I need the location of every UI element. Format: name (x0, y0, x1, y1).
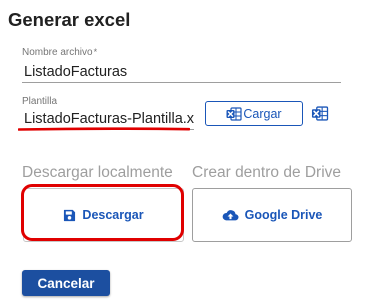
template-label: Plantilla (22, 96, 58, 107)
dialog-title: Generar excel (8, 9, 131, 30)
load-button-label: Cargar (243, 106, 282, 121)
file-name-label-text: Nombre archivo (22, 47, 93, 58)
excel-icon (226, 106, 242, 121)
google-drive-button[interactable]: Google Drive (192, 188, 352, 242)
template-input[interactable] (22, 110, 194, 130)
download-button[interactable]: Descargar (23, 188, 184, 242)
google-drive-button-label: Google Drive (244, 208, 323, 222)
cloud-upload-icon (222, 209, 239, 220)
cancel-button[interactable]: Cancelar (22, 270, 110, 296)
file-name-input[interactable] (22, 63, 341, 83)
save-icon (64, 209, 76, 221)
required-mark: * (93, 47, 98, 57)
excel-icon[interactable] (311, 106, 329, 121)
local-download-heading: Descargar localmente (22, 164, 173, 181)
load-template-button[interactable]: Cargar (205, 101, 303, 126)
file-name-label: Nombre archivo* (22, 47, 97, 58)
drive-create-heading: Crear dentro de Drive (192, 164, 342, 181)
download-button-label: Descargar (82, 208, 144, 222)
